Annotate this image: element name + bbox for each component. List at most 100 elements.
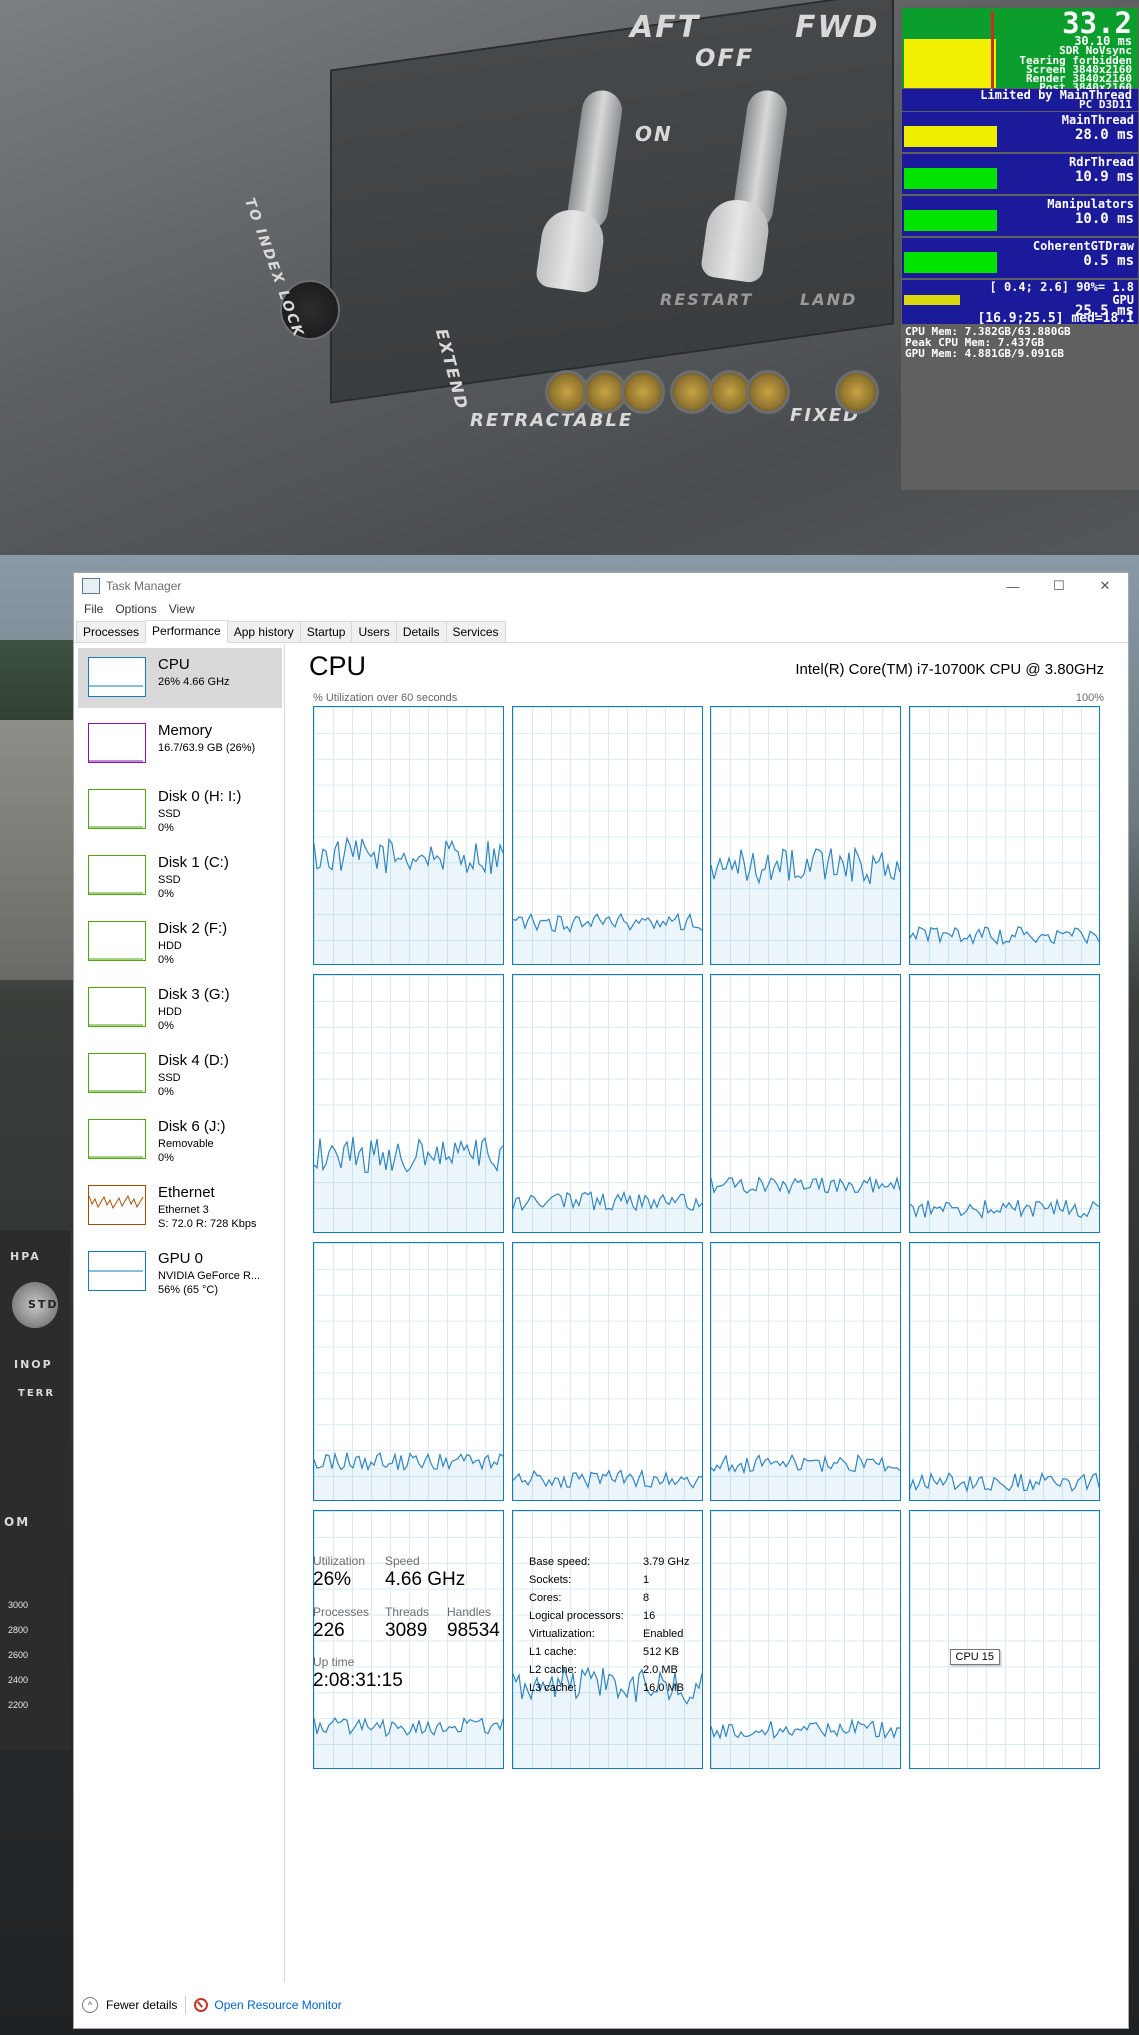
sidebar-item-ethernet[interactable]: Ethernet Ethernet 3 S: 72.0 R: 728 Kbps — [78, 1176, 282, 1236]
fewer-details-link[interactable]: Fewer details — [106, 1998, 177, 2012]
sidebar-item-cpu[interactable]: CPU 26% 4.66 GHz — [78, 648, 282, 708]
cpu-core-graph[interactable] — [908, 706, 1100, 965]
landing-light-7[interactable] — [835, 370, 879, 414]
open-resource-monitor-link[interactable]: Open Resource Monitor — [214, 1998, 341, 2012]
cpu-core-graph[interactable] — [710, 1242, 901, 1501]
spec-label: Logical processors: — [529, 1610, 624, 1622]
thread-name: RdrThread — [1068, 155, 1134, 169]
resource-sidebar: CPU 26% 4.66 GHz Memory 16.7/63.9 GB (26%) D… — [74, 644, 285, 1982]
sidebar-item-disk-0-h-i[interactable]: Disk 0 (H: I:) SSD 0% — [78, 780, 282, 840]
sidebar-graph-thumbnail — [88, 1119, 146, 1159]
sidebar-item-name: CPU — [158, 656, 190, 673]
sidebar-item-disk-2-f[interactable]: Disk 2 (F:) HDD 0% — [78, 912, 282, 972]
sidebar-item-gpu-0[interactable]: GPU 0 NVIDIA GeForce R... 56% (65 °C) — [78, 1242, 282, 1302]
sidebar-item-detail: Ethernet 3 — [158, 1204, 209, 1216]
sidebar-graph-thumbnail — [88, 789, 146, 829]
resource-monitor-icon[interactable] — [194, 1998, 209, 2012]
spec-value: Enabled — [643, 1628, 684, 1640]
cpu-core-graph[interactable] — [908, 974, 1100, 1233]
thread-name: CoherentGTDraw — [1032, 239, 1134, 253]
chevron-up-icon[interactable]: ^ — [82, 1997, 98, 2013]
task-manager-window: Task Manager — ☐ ✕ File Options View Pro… — [73, 572, 1129, 2029]
cpu-core-graph[interactable] — [313, 706, 504, 965]
menu-options[interactable]: Options — [109, 602, 162, 616]
sidebar-item-name: Disk 6 (J:) — [158, 1118, 226, 1135]
sidebar-item-disk-1-c[interactable]: Disk 1 (C:) SSD 0% — [78, 846, 282, 906]
sidebar-item-disk-4-d[interactable]: Disk 4 (D:) SSD 0% — [78, 1044, 282, 1104]
spec-value: 512 KB — [643, 1646, 680, 1658]
fps-box: 33.2 30.10 ms SDR NoVsync Tearing forbid… — [902, 8, 1138, 93]
sidebar-item-name: GPU 0 — [158, 1250, 204, 1267]
cpu-core-graph[interactable] — [511, 1242, 703, 1501]
thread-name: MainThread — [1061, 113, 1134, 127]
sidebar-item-name: Disk 0 (H: I:) — [158, 788, 242, 805]
sidebar-item-detail: Removable — [158, 1138, 214, 1150]
sidebar-item-detail: HDD — [158, 1006, 182, 1018]
sidebar-item-detail: SSD — [158, 808, 181, 820]
thread-name: Manipulators — [1047, 197, 1134, 211]
minimize-button[interactable]: — — [990, 573, 1036, 599]
spec-value: 1 — [643, 1574, 650, 1586]
range-2: [16.9;25.5] med=18.1 — [977, 311, 1134, 326]
menu-file[interactable]: File — [78, 602, 109, 616]
utilization-max: 100% — [1075, 692, 1104, 704]
utilization-caption: % Utilization over 60 seconds — [313, 692, 458, 704]
tape-2400: 2400 — [8, 1675, 29, 1685]
cpu-stats: Utilization 26% Speed 4.66 GHz Processes… — [313, 1554, 1093, 1704]
api-label: PC D3D11 — [1079, 98, 1132, 111]
thread-row: MainThread 28.0 ms — [902, 112, 1138, 152]
std-label: STD — [28, 1298, 59, 1311]
sidebar-item-name: Disk 4 (D:) — [158, 1052, 229, 1069]
land-label: LAND — [800, 290, 858, 309]
thread-row: CoherentGTDraw 0.5 ms — [902, 238, 1138, 278]
maximize-button[interactable]: ☐ — [1036, 573, 1082, 599]
threads-label: Threads — [385, 1605, 430, 1619]
sidebar-item-memory[interactable]: Memory 16.7/63.9 GB (26%) — [78, 714, 282, 774]
spec-label: L2 cache: — [529, 1664, 577, 1676]
spec-label: Base speed: — [529, 1556, 591, 1568]
limit-box: Limited by MainThread PC D3D11 — [902, 89, 1138, 111]
handles-value: 98534 — [447, 1620, 500, 1641]
landing-light-3[interactable] — [621, 370, 665, 414]
cpu-core-graph[interactable] — [511, 706, 703, 965]
spec-label: Sockets: — [529, 1574, 572, 1586]
spec-value: 8 — [643, 1592, 650, 1604]
tab-app-history[interactable]: App history — [226, 621, 301, 642]
spec-label: Virtualization: — [529, 1628, 595, 1640]
aft-label: AFT — [630, 10, 701, 45]
terr-label: TERR — [18, 1388, 56, 1399]
sidebar-graph-thumbnail — [88, 855, 146, 895]
sidebar-item-detail: HDD — [158, 940, 182, 952]
tab-details[interactable]: Details — [395, 621, 447, 642]
uptime-value: 2:08:31:15 — [313, 1670, 403, 1691]
cpu-core-graph[interactable] — [511, 974, 703, 1233]
com-label: OM — [4, 1515, 31, 1529]
cpu-core-graph[interactable] — [908, 1242, 1100, 1501]
menu-view[interactable]: View — [163, 602, 201, 616]
cpu-core-graph[interactable] — [710, 974, 901, 1233]
sidebar-item-value: 0% — [158, 822, 174, 834]
sidebar-graph-thumbnail — [88, 921, 146, 961]
cpu-core-graph[interactable] — [313, 1242, 504, 1501]
tab-performance[interactable]: Performance — [145, 620, 228, 643]
cpu-core-graph[interactable] — [313, 974, 504, 1233]
task-manager-icon — [82, 578, 100, 594]
menu-bar: File Options View — [74, 599, 1128, 619]
sidebar-item-disk-3-g[interactable]: Disk 3 (G:) HDD 0% — [78, 978, 282, 1038]
sidebar-item-name: Memory — [158, 722, 213, 739]
footer-divider — [185, 1996, 187, 2014]
spec-value: 16 — [643, 1610, 656, 1622]
sidebar-item-disk-6-j[interactable]: Disk 6 (J:) Removable 0% — [78, 1110, 282, 1170]
cpu-core-graph[interactable] — [710, 706, 901, 965]
sidebar-item-name: Disk 3 (G:) — [158, 986, 230, 1003]
tab-processes[interactable]: Processes — [76, 621, 147, 642]
sidebar-item-value: 0% — [158, 954, 174, 966]
tab-services[interactable]: Services — [445, 621, 506, 642]
fps-graph — [904, 39, 996, 88]
landing-light-6[interactable] — [746, 370, 790, 414]
close-button[interactable]: ✕ — [1082, 573, 1128, 599]
title-bar[interactable]: Task Manager — ☐ ✕ — [74, 573, 1128, 599]
spec-label: Cores: — [529, 1592, 562, 1604]
tab-startup[interactable]: Startup — [299, 621, 353, 642]
tab-users[interactable]: Users — [351, 621, 397, 642]
